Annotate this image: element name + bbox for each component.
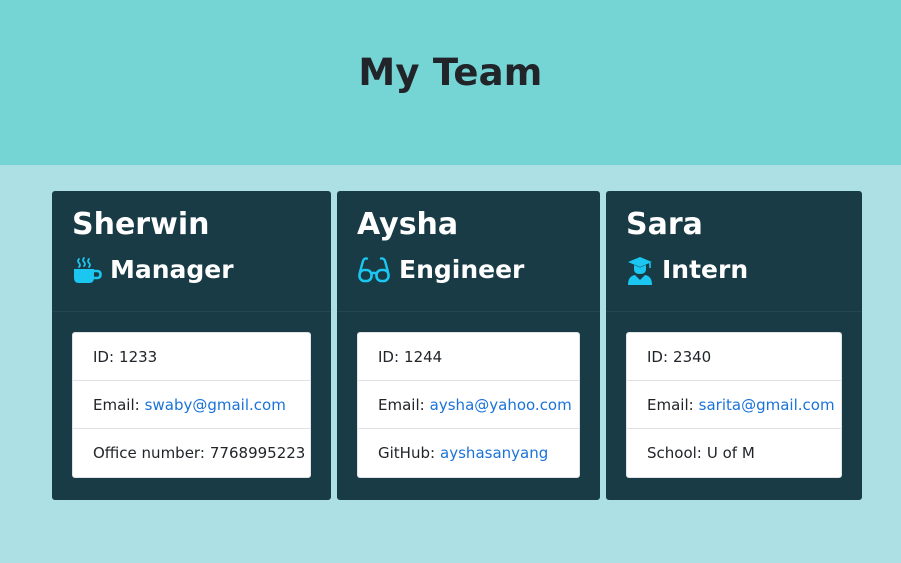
employee-role: Manager (72, 255, 311, 285)
id-label: ID: (647, 347, 669, 366)
employee-card-intern: Sara Intern ID: 2340 Email: sarita@gmail… (606, 191, 862, 500)
employee-role: Intern (626, 255, 842, 285)
email-label: Email: (93, 395, 140, 414)
role-label: Manager (110, 255, 234, 284)
id-value: 2340 (673, 347, 712, 366)
school-value: U of M (706, 444, 755, 462)
office-number-label: Office number: (93, 444, 205, 462)
github-label: GitHub: (378, 444, 436, 462)
team-cards: Sherwin Manager ID: 1233 Email: swaby@gm… (0, 165, 901, 563)
email-label: Email: (378, 395, 425, 414)
info-list: ID: 1233 Email: swaby@gmail.com Office n… (72, 332, 311, 478)
email-row: Email: swaby@gmail.com (73, 381, 310, 429)
coffee-icon (72, 255, 104, 285)
role-label: Engineer (399, 255, 525, 284)
id-row: ID: 2340 (627, 333, 841, 381)
email-link[interactable]: swaby@gmail.com (145, 396, 286, 414)
page-header: My Team (0, 0, 901, 165)
employee-card-engineer: Aysha Engineer ID: 1244 Email: aysha@yah… (337, 191, 600, 500)
github-row: GitHub: ayshasanyang (358, 429, 579, 477)
office-number-row: Office number: 7768995223 (73, 429, 310, 477)
employee-name: Sherwin (72, 207, 210, 242)
id-value: 1244 (404, 347, 443, 366)
card-header: Aysha Engineer (337, 191, 600, 312)
card-body: ID: 1233 Email: swaby@gmail.com Office n… (52, 312, 331, 478)
email-row: Email: aysha@yahoo.com (358, 381, 579, 429)
employee-name: Sara (626, 207, 703, 242)
email-label: Email: (647, 395, 694, 414)
office-number-value: 7768995223 (209, 444, 306, 462)
card-header: Sherwin Manager (52, 191, 331, 312)
id-value: 1233 (119, 347, 158, 366)
info-list: ID: 1244 Email: aysha@yahoo.com GitHub: … (357, 332, 580, 478)
id-row: ID: 1233 (73, 333, 310, 381)
graduate-icon (626, 255, 656, 285)
school-label: School: (647, 444, 702, 462)
email-row: Email: sarita@gmail.com (627, 381, 841, 429)
role-label: Intern (662, 255, 749, 284)
id-row: ID: 1244 (358, 333, 579, 381)
employee-role: Engineer (357, 255, 580, 285)
glasses-icon (357, 255, 393, 285)
page-title: My Team (358, 51, 543, 94)
email-link[interactable]: aysha@yahoo.com (430, 396, 572, 414)
id-label: ID: (93, 347, 115, 366)
id-label: ID: (378, 347, 400, 366)
employee-name: Aysha (357, 207, 459, 242)
email-link[interactable]: sarita@gmail.com (699, 396, 835, 414)
card-body: ID: 1244 Email: aysha@yahoo.com GitHub: … (337, 312, 600, 478)
card-header: Sara Intern (606, 191, 862, 312)
github-link[interactable]: ayshasanyang (440, 444, 548, 462)
card-body: ID: 2340 Email: sarita@gmail.com School:… (606, 312, 862, 478)
info-list: ID: 2340 Email: sarita@gmail.com School:… (626, 332, 842, 478)
employee-card-manager: Sherwin Manager ID: 1233 Email: swaby@gm… (52, 191, 331, 500)
school-row: School: U of M (627, 429, 841, 477)
